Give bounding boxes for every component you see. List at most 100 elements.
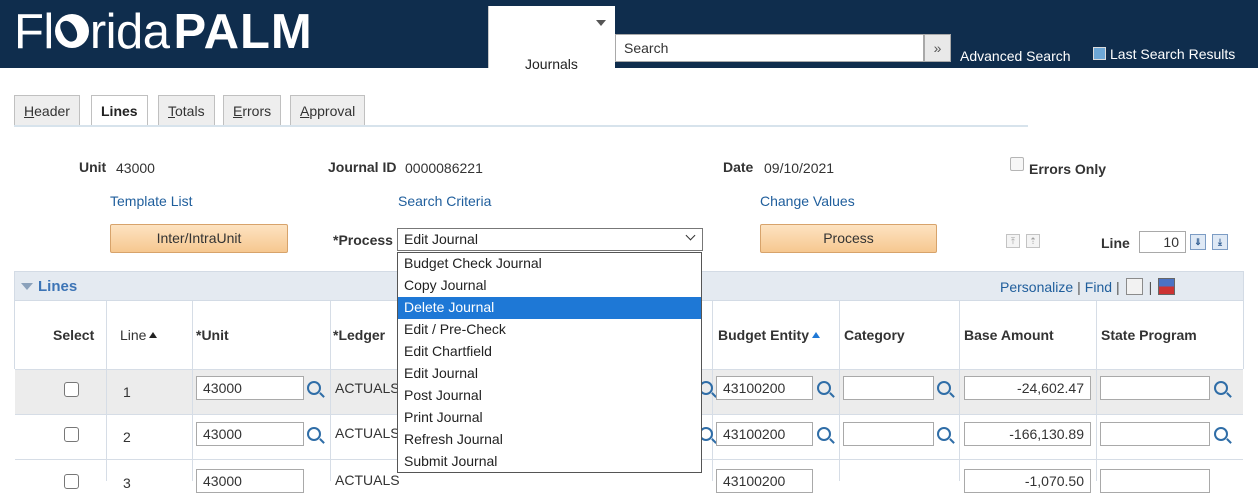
florida-globe-icon xyxy=(54,14,89,49)
search-criteria-link[interactable]: Search Criteria xyxy=(398,193,491,209)
search-go-button[interactable]: » xyxy=(924,34,951,62)
tab-header[interactable]: Header xyxy=(14,95,80,126)
view-all-icon[interactable] xyxy=(1125,278,1143,295)
ledger-value: ACTUALS xyxy=(335,472,400,488)
base-amount-input[interactable]: -166,130.89 xyxy=(964,422,1091,446)
process-option[interactable]: Submit Journal xyxy=(398,451,701,473)
tab-errors-accesskey: E xyxy=(233,103,243,119)
lookup-search-icon[interactable] xyxy=(307,381,321,395)
logo-text-palm: PALM xyxy=(173,5,313,59)
col-header-line[interactable]: Line xyxy=(120,327,158,343)
inter-intra-unit-button[interactable]: Inter/IntraUnit xyxy=(110,224,288,253)
row-select-checkbox[interactable] xyxy=(64,427,79,442)
col-header-budget-entity-label: Budget Entity xyxy=(718,327,809,343)
last-search-results-icon xyxy=(1093,47,1106,60)
tab-totals[interactable]: Totals xyxy=(158,95,215,126)
tab-lines-label: Lines xyxy=(101,103,138,119)
base-amount-input[interactable]: -1,070.50 xyxy=(964,469,1091,493)
process-select[interactable]: Edit Journal xyxy=(397,228,703,251)
column-divider xyxy=(192,301,193,481)
tab-underline xyxy=(14,125,1028,127)
line-label: Line xyxy=(1101,235,1130,251)
state-program-input[interactable] xyxy=(1100,376,1210,400)
col-header-unit[interactable]: *Unit xyxy=(196,327,229,343)
insert-lines-icon[interactable]: ⇓ xyxy=(1190,234,1206,250)
process-option[interactable]: Edit Journal xyxy=(398,363,701,385)
change-values-link[interactable]: Change Values xyxy=(760,193,855,209)
tab-lines[interactable]: Lines xyxy=(91,95,148,127)
tab-approval[interactable]: Approval xyxy=(290,95,366,126)
lookup-search-icon[interactable] xyxy=(1214,427,1228,441)
advanced-search-link[interactable]: Advanced Search xyxy=(960,48,1071,64)
tab-approval-accesskey: A xyxy=(300,103,310,119)
process-option[interactable]: Edit / Pre-Check xyxy=(398,319,701,341)
col-header-ledger[interactable]: *Ledger xyxy=(333,327,385,343)
lookup-search-icon[interactable] xyxy=(307,427,321,441)
column-divider xyxy=(1096,301,1097,481)
last-search-results-link[interactable]: Last Search Results xyxy=(1110,46,1235,62)
chevron-down-icon xyxy=(685,230,696,241)
logo-text-fl: Fl xyxy=(14,5,54,59)
tab-errors[interactable]: Errors xyxy=(223,95,282,126)
chevron-down-icon xyxy=(596,20,606,26)
col-header-budget-entity[interactable]: Budget Entity xyxy=(718,327,820,343)
process-option[interactable]: Copy Journal xyxy=(398,275,701,297)
col-header-category[interactable]: Category xyxy=(844,327,905,343)
collapse-triangle-icon[interactable] xyxy=(21,283,33,290)
personalize-link[interactable]: Personalize xyxy=(1000,279,1073,295)
lookup-search-icon[interactable] xyxy=(817,381,831,395)
sort-ascending-icon xyxy=(149,332,158,338)
state-program-input[interactable] xyxy=(1100,469,1210,493)
unit-input[interactable]: 43000 xyxy=(196,469,304,493)
errors-only-label: Errors Only xyxy=(1029,161,1107,177)
col-header-state-program[interactable]: State Program xyxy=(1101,327,1197,343)
errors-only-checkbox[interactable] xyxy=(1010,157,1024,171)
col-header-select: Select xyxy=(53,327,95,343)
state-program-input[interactable] xyxy=(1100,422,1210,446)
lookup-search-icon[interactable] xyxy=(937,427,951,441)
process-button[interactable]: Process xyxy=(760,224,937,253)
search-input[interactable]: Search xyxy=(615,34,924,62)
previous-row-icon[interactable]: ⇡ xyxy=(1026,234,1040,248)
find-link[interactable]: Find xyxy=(1085,279,1112,295)
ledger-value: ACTUALS xyxy=(335,425,400,441)
download-excel-icon[interactable] xyxy=(1158,278,1176,295)
budget-entity-input[interactable]: 43100200 xyxy=(716,376,813,400)
tab-totals-accesskey: T xyxy=(168,103,175,119)
lookup-search-icon[interactable] xyxy=(937,381,951,395)
florida-palm-logo[interactable]: Fl ridaPALM xyxy=(14,2,313,62)
category-input[interactable] xyxy=(843,422,934,446)
unit-value: 43000 xyxy=(116,160,155,176)
grid-toolbar: Personalize | Find | | xyxy=(1000,278,1177,296)
unit-input[interactable]: 43000 xyxy=(196,422,304,446)
search-category-label: Journals xyxy=(525,56,578,72)
search-category-select[interactable]: Journals xyxy=(488,6,615,72)
process-option[interactable]: Post Journal xyxy=(398,385,701,407)
process-option[interactable]: Budget Check Journal xyxy=(398,253,701,275)
process-option-highlighted[interactable]: Delete Journal xyxy=(398,297,701,319)
process-option[interactable]: Print Journal xyxy=(398,407,701,429)
go-to-last-icon[interactable]: ⤓ xyxy=(1212,234,1228,250)
col-header-line-label: Line xyxy=(120,327,147,343)
row-select-checkbox[interactable] xyxy=(64,382,79,397)
col-header-base-amount[interactable]: Base Amount xyxy=(964,327,1054,343)
budget-entity-input[interactable]: 43100200 xyxy=(716,422,813,446)
process-dropdown-list: Budget Check Journal Copy Journal Delete… xyxy=(397,252,702,473)
template-list-link[interactable]: Template List xyxy=(110,193,192,209)
tab-totals-label: otals xyxy=(175,103,205,119)
journal-id-value: 0000086221 xyxy=(405,160,483,176)
process-label: *Process xyxy=(333,232,393,248)
lookup-search-icon[interactable] xyxy=(1214,381,1228,395)
budget-entity-input[interactable]: 43100200 xyxy=(716,469,813,493)
row-select-checkbox[interactable] xyxy=(64,474,79,489)
lookup-search-icon[interactable] xyxy=(817,427,831,441)
unit-input[interactable]: 43000 xyxy=(196,376,304,400)
column-divider xyxy=(330,301,331,481)
process-option[interactable]: Edit Chartfield xyxy=(398,341,701,363)
sort-ascending-icon xyxy=(812,332,820,338)
base-amount-input[interactable]: -24,602.47 xyxy=(964,376,1091,400)
first-row-icon[interactable]: ⤒ xyxy=(1006,234,1020,248)
line-count-input[interactable]: 10 xyxy=(1139,231,1186,253)
process-option[interactable]: Refresh Journal xyxy=(398,429,701,451)
category-input[interactable] xyxy=(843,376,934,400)
